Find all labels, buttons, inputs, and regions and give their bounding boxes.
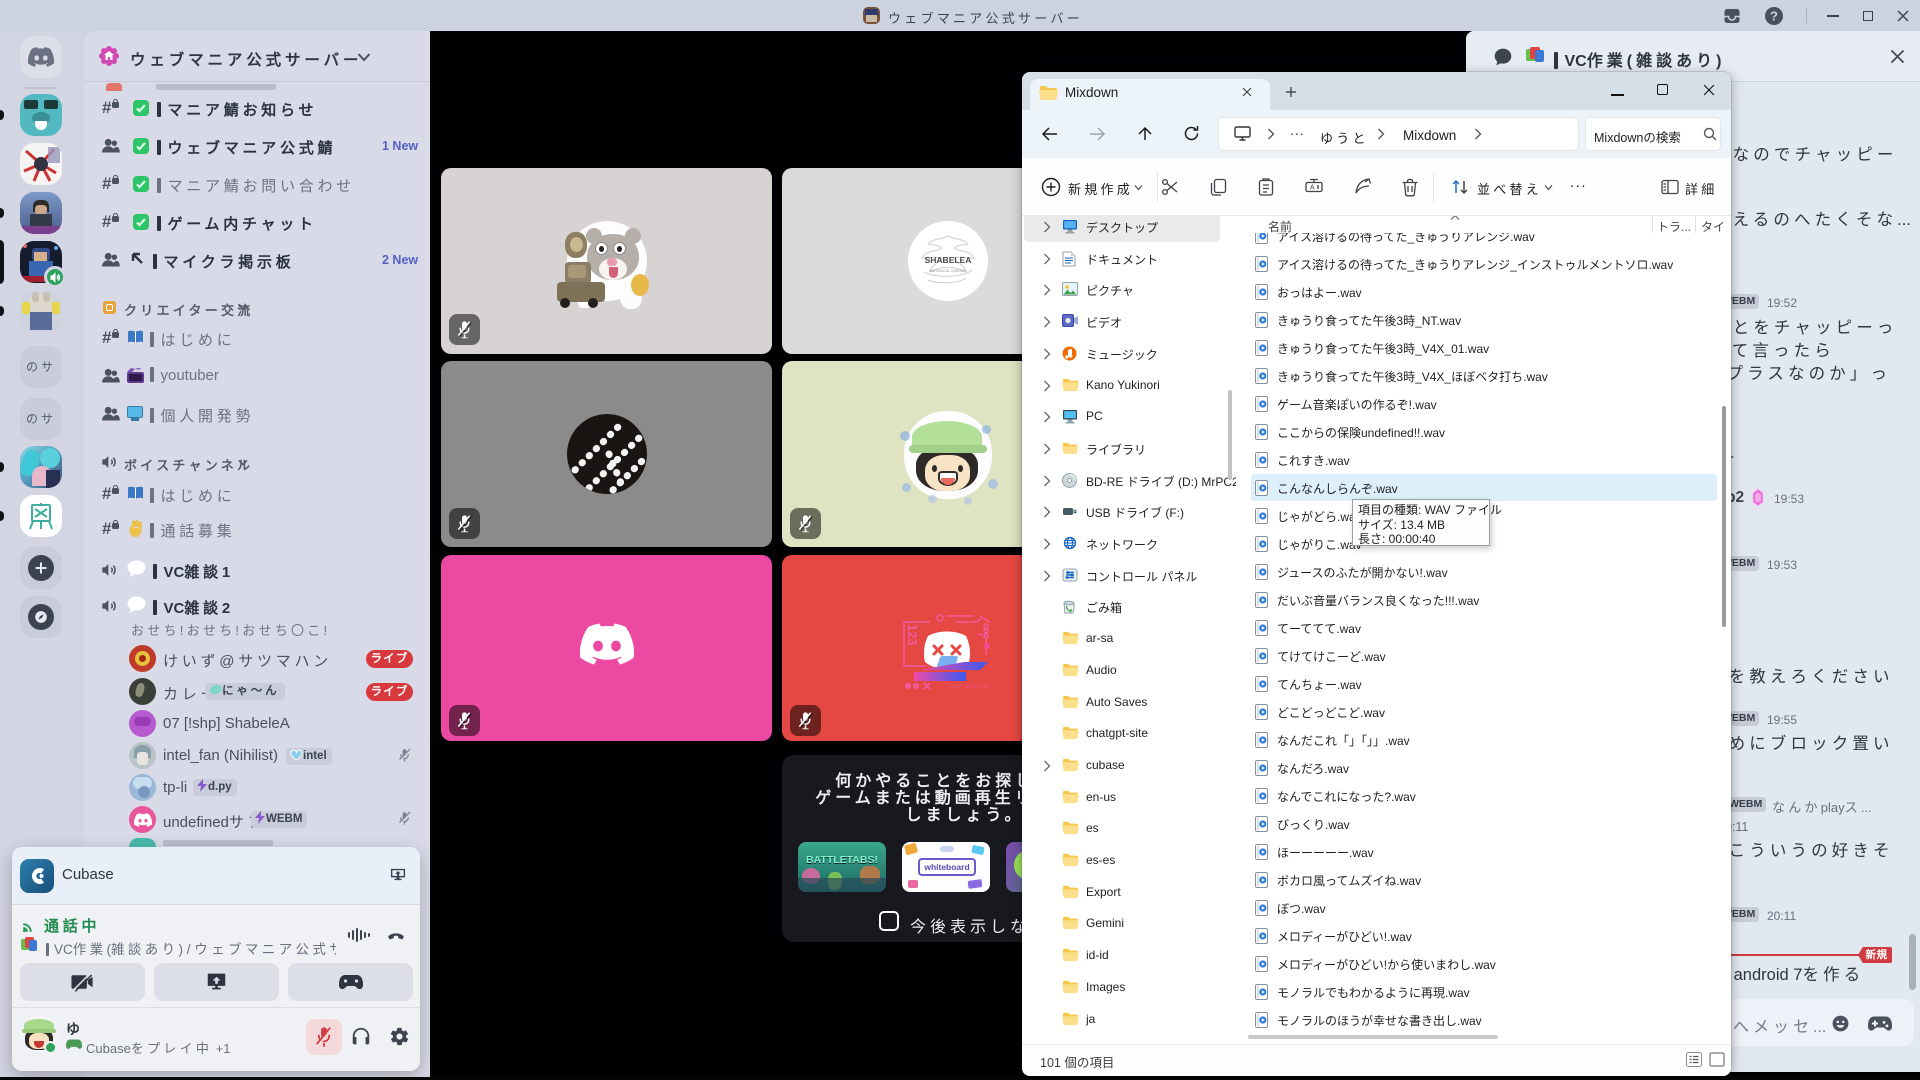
svg-text:BOTANICAL GARDEN: BOTANICAL GARDEN <box>930 269 966 273</box>
svg-text:?: ? <box>1770 9 1778 24</box>
svg-text:JUST FUN LOT: JUST FUN LOT <box>950 684 989 690</box>
svg-text:SHABELEA: SHABELEA <box>925 255 972 265</box>
svg-text:123: 123 <box>905 624 920 646</box>
svg-text:A: A <box>1310 185 1315 192</box>
